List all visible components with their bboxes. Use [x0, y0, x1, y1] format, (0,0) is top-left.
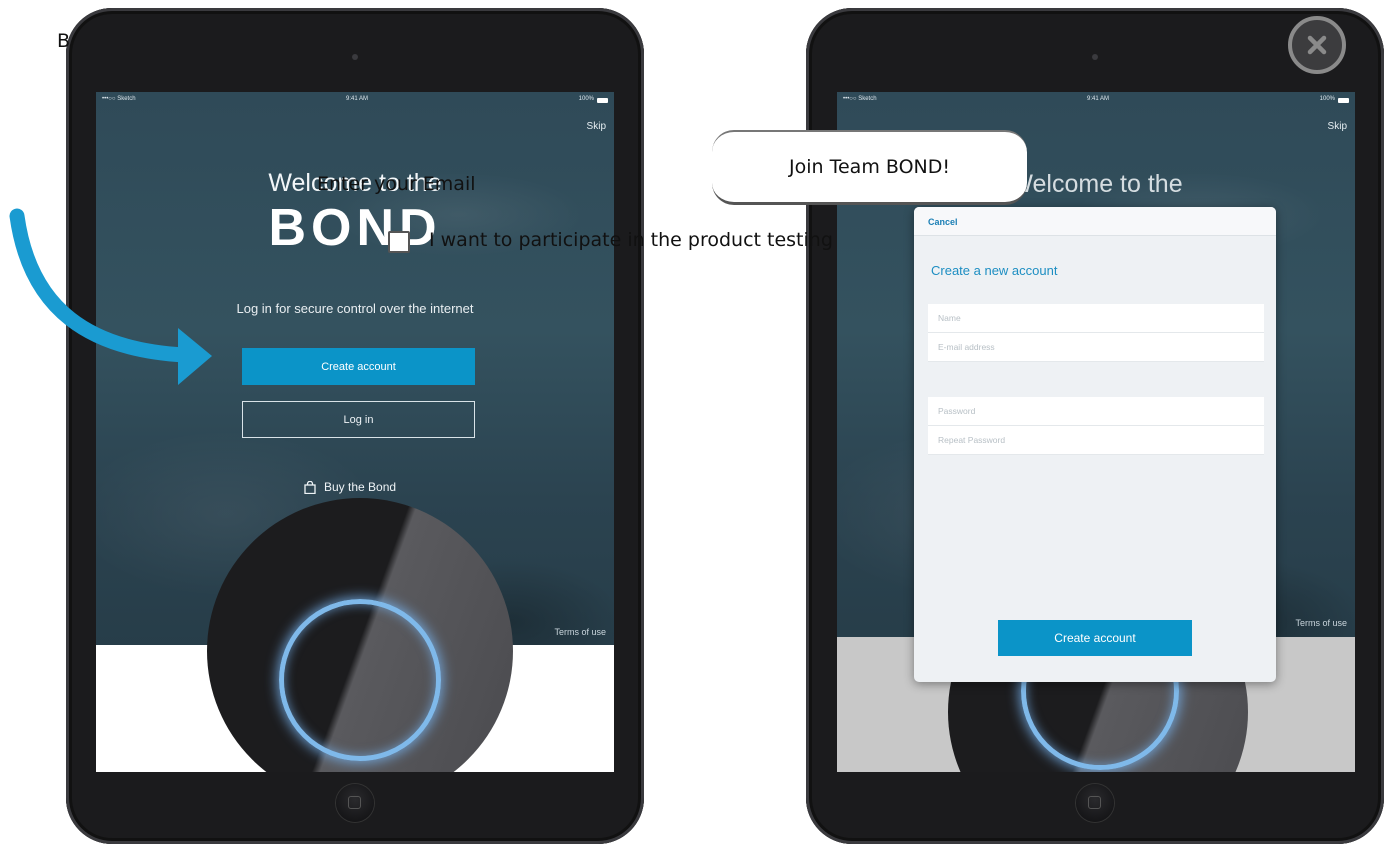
- close-icon: [1307, 35, 1327, 55]
- home-button[interactable]: [336, 784, 374, 822]
- battery-icon: [1338, 98, 1349, 103]
- name-field[interactable]: Name: [928, 304, 1264, 333]
- corner-text: B: [57, 30, 71, 52]
- modal-header: [914, 207, 1276, 236]
- buy-the-bond-link[interactable]: Buy the Bond: [304, 480, 396, 494]
- status-time: 9:41 AM: [1087, 96, 1110, 102]
- camera-dot: [1092, 54, 1098, 60]
- cancel-button[interactable]: Cancel: [928, 217, 958, 227]
- terms-of-use-link[interactable]: Terms of use: [554, 627, 606, 637]
- join-team-bond-button[interactable]: Join Team BOND!: [712, 130, 1027, 205]
- skip-link[interactable]: Skip: [587, 121, 606, 132]
- camera-dot: [352, 54, 358, 60]
- product-testing-checkbox[interactable]: [388, 231, 410, 253]
- shopping-bag-icon: [304, 480, 316, 494]
- status-battery: 100%: [1319, 96, 1335, 102]
- skip-link[interactable]: Skip: [1328, 121, 1347, 132]
- battery-icon: [597, 98, 608, 103]
- bond-device-ring: [279, 599, 441, 761]
- status-time: 9:41 AM: [346, 96, 369, 102]
- checkbox-label: I want to participate in the product tes…: [429, 229, 833, 251]
- repeat-password-field[interactable]: Repeat Password: [928, 426, 1264, 455]
- ipad-left: •••○○ Sketch 9:41 AM 100% Skip Welcome t…: [66, 8, 644, 844]
- create-account-button[interactable]: Create account: [242, 348, 475, 385]
- close-button[interactable]: [1288, 16, 1346, 74]
- status-carrier: •••○○ Sketch: [843, 96, 877, 102]
- create-account-submit-button[interactable]: Create account: [998, 620, 1192, 656]
- log-in-button[interactable]: Log in: [242, 401, 475, 438]
- password-field[interactable]: Password: [928, 397, 1264, 426]
- status-bar: •••○○ Sketch 9:41 AM 100%: [843, 96, 1349, 108]
- buy-label: Buy the Bond: [324, 480, 397, 494]
- home-button[interactable]: [1076, 784, 1114, 822]
- terms-of-use-link[interactable]: Terms of use: [1295, 618, 1347, 628]
- modal-title: Create a new account: [931, 263, 1058, 278]
- email-label: Enter your Email: [317, 173, 476, 195]
- pointer-arrow: [9, 208, 212, 385]
- status-bar: •••○○ Sketch 9:41 AM 100%: [102, 96, 608, 108]
- status-carrier: •••○○ Sketch: [102, 96, 136, 102]
- email-field[interactable]: E-mail address: [928, 333, 1264, 362]
- status-battery: 100%: [578, 96, 594, 102]
- create-account-modal: Cancel Create a new account Name E-mail …: [914, 207, 1276, 682]
